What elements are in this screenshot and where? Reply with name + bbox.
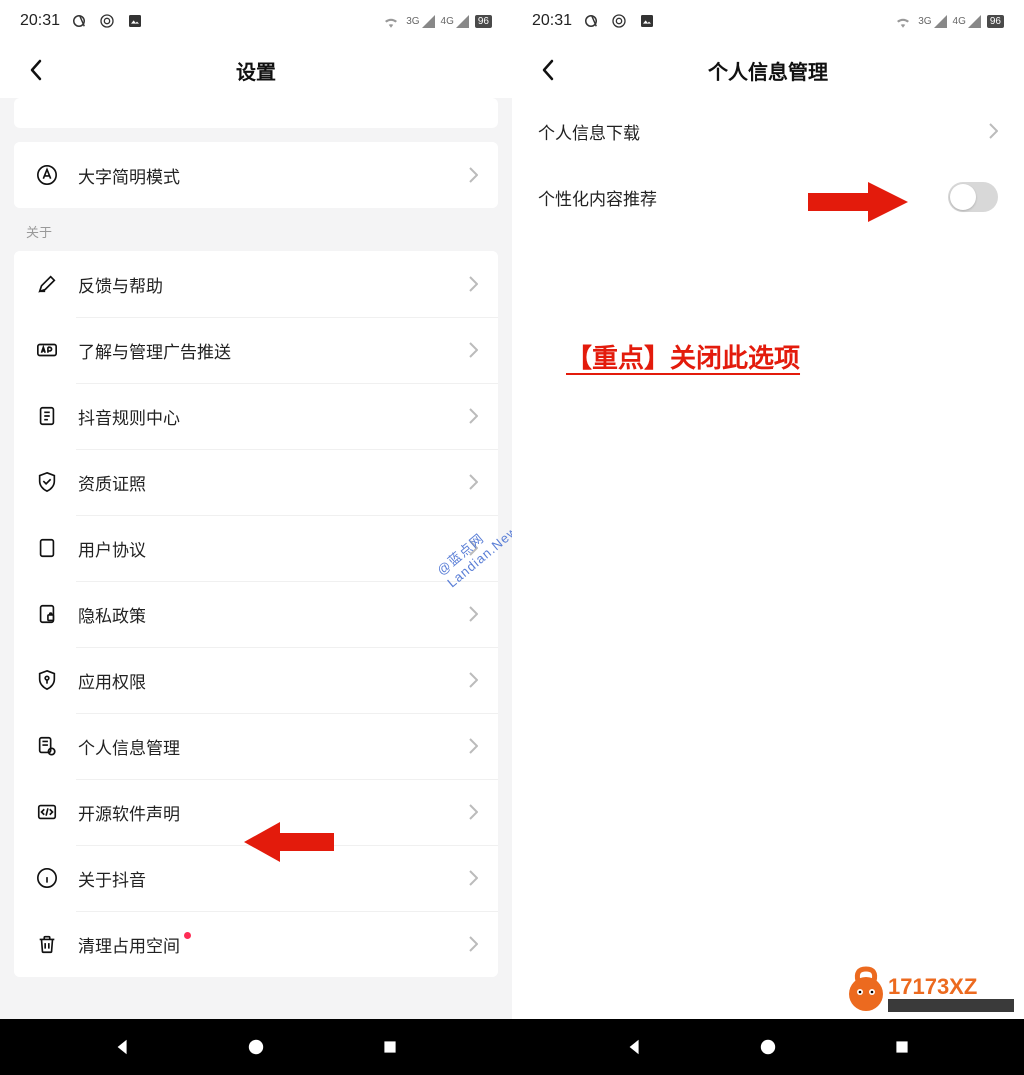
row-label: 用户协议 bbox=[78, 536, 469, 561]
row-label: 清理占用空间 bbox=[78, 932, 469, 957]
card-edge bbox=[14, 98, 498, 128]
row-label: 应用权限 bbox=[78, 668, 469, 693]
info-icon bbox=[34, 865, 60, 891]
page-title: 个人信息管理 bbox=[708, 56, 828, 85]
svg-text:17173XZ: 17173XZ bbox=[888, 974, 977, 999]
row-about-5[interactable]: 隐私政策 bbox=[14, 581, 498, 647]
status-time: 20:31 bbox=[532, 12, 572, 30]
red-dot-indicator bbox=[184, 932, 191, 939]
code-icon bbox=[34, 799, 60, 825]
row-label: 隐私政策 bbox=[78, 602, 469, 627]
about-list: 反馈与帮助了解与管理广告推送抖音规则中心资质证照用户协议隐私政策应用权限个人信息… bbox=[14, 251, 498, 977]
chevron-right-icon bbox=[469, 870, 478, 886]
android-nav-bar bbox=[512, 1019, 1024, 1075]
row-about-7[interactable]: 个人信息管理 bbox=[14, 713, 498, 779]
row-label: 开源软件声明 bbox=[78, 800, 469, 825]
mute-icon bbox=[70, 12, 88, 30]
image-icon bbox=[126, 12, 144, 30]
trash-icon bbox=[34, 931, 60, 957]
nav-back-icon[interactable] bbox=[112, 1036, 134, 1058]
header: 个人信息管理 bbox=[512, 42, 1024, 98]
row-about-2[interactable]: 抖音规则中心 bbox=[14, 383, 498, 449]
chevron-right-icon bbox=[469, 804, 478, 820]
row-label: 反馈与帮助 bbox=[78, 272, 469, 297]
row-label: 抖音规则中心 bbox=[78, 404, 469, 429]
info-gear-icon bbox=[34, 733, 60, 759]
key-shield-icon bbox=[34, 667, 60, 693]
image-icon bbox=[638, 12, 656, 30]
nav-recent-icon[interactable] bbox=[379, 1036, 401, 1058]
circle-icon bbox=[98, 12, 116, 30]
nav-back-icon[interactable] bbox=[624, 1036, 646, 1058]
back-button[interactable] bbox=[20, 54, 52, 86]
annotation-text: 【重点】关闭此选项 bbox=[566, 338, 800, 375]
wifi-icon bbox=[894, 12, 912, 30]
row-about-8[interactable]: 开源软件声明 bbox=[14, 779, 498, 845]
doc-icon bbox=[34, 403, 60, 429]
row-label: 资质证照 bbox=[78, 470, 469, 495]
row-personalized-recommendation[interactable]: 个性化内容推荐 bbox=[512, 164, 1024, 230]
nav-recent-icon[interactable] bbox=[891, 1036, 913, 1058]
circle-icon bbox=[610, 12, 628, 30]
row-about-10[interactable]: 清理占用空间 bbox=[14, 911, 498, 977]
row-about-1[interactable]: 了解与管理广告推送 bbox=[14, 317, 498, 383]
row-about-9[interactable]: 关于抖音 bbox=[14, 845, 498, 911]
shield-check-icon bbox=[34, 469, 60, 495]
chevron-right-icon bbox=[469, 276, 478, 292]
row-download-personal-info[interactable]: 个人信息下载 bbox=[512, 98, 1024, 164]
row-label: 个人信息管理 bbox=[78, 734, 469, 759]
row-about-0[interactable]: 反馈与帮助 bbox=[14, 251, 498, 317]
edit-icon bbox=[34, 271, 60, 297]
a-circle-icon bbox=[34, 162, 60, 188]
row-label: 个性化内容推荐 bbox=[538, 185, 657, 210]
signal-4g: 4G bbox=[441, 15, 469, 28]
row-about-3[interactable]: 资质证照 bbox=[14, 449, 498, 515]
row-about-6[interactable]: 应用权限 bbox=[14, 647, 498, 713]
chevron-right-icon bbox=[989, 123, 998, 139]
chevron-right-icon bbox=[469, 936, 478, 952]
ad-icon bbox=[34, 337, 60, 363]
chevron-right-icon bbox=[469, 167, 478, 183]
row-about-4[interactable]: 用户协议 bbox=[14, 515, 498, 581]
nav-home-icon[interactable] bbox=[245, 1036, 267, 1058]
android-nav-bar bbox=[0, 1019, 512, 1075]
chevron-right-icon bbox=[469, 342, 478, 358]
chevron-right-icon bbox=[469, 672, 478, 688]
toggle-personalized[interactable] bbox=[948, 182, 998, 212]
chevron-right-icon bbox=[469, 606, 478, 622]
row-large-font-mode[interactable]: 大字简明模式 bbox=[14, 142, 498, 208]
row-label: 关于抖音 bbox=[78, 866, 469, 891]
chevron-right-icon bbox=[469, 474, 478, 490]
back-button[interactable] bbox=[532, 54, 564, 86]
status-bar: 20:31 3G 4G 96 bbox=[0, 0, 512, 42]
signal-4g: 4G bbox=[953, 15, 981, 28]
chevron-right-icon bbox=[469, 738, 478, 754]
signal-3g: 3G bbox=[918, 15, 946, 28]
nav-home-icon[interactable] bbox=[757, 1036, 779, 1058]
mute-icon bbox=[582, 12, 600, 30]
row-label: 了解与管理广告推送 bbox=[78, 338, 469, 363]
wifi-icon bbox=[382, 12, 400, 30]
site-logo-17173xz: 17173XZ bbox=[844, 961, 1024, 1019]
section-about-label: 关于 bbox=[0, 208, 512, 251]
row-label: 大字简明模式 bbox=[78, 163, 469, 188]
page-icon bbox=[34, 535, 60, 561]
signal-3g: 3G bbox=[406, 15, 434, 28]
status-time: 20:31 bbox=[20, 12, 60, 30]
phone-personal-info-screen: 20:31 3G 4G 96 bbox=[512, 0, 1024, 1075]
battery-badge: 96 bbox=[987, 15, 1004, 28]
page-title: 设置 bbox=[236, 56, 276, 85]
chevron-right-icon bbox=[469, 408, 478, 424]
status-bar: 20:31 3G 4G 96 bbox=[512, 0, 1024, 42]
row-label: 个人信息下载 bbox=[538, 119, 640, 144]
battery-badge: 96 bbox=[475, 15, 492, 28]
header: 设置 bbox=[0, 42, 512, 98]
phone-settings-screen: 20:31 3G 4G 96 bbox=[0, 0, 512, 1075]
lock-icon bbox=[34, 601, 60, 627]
